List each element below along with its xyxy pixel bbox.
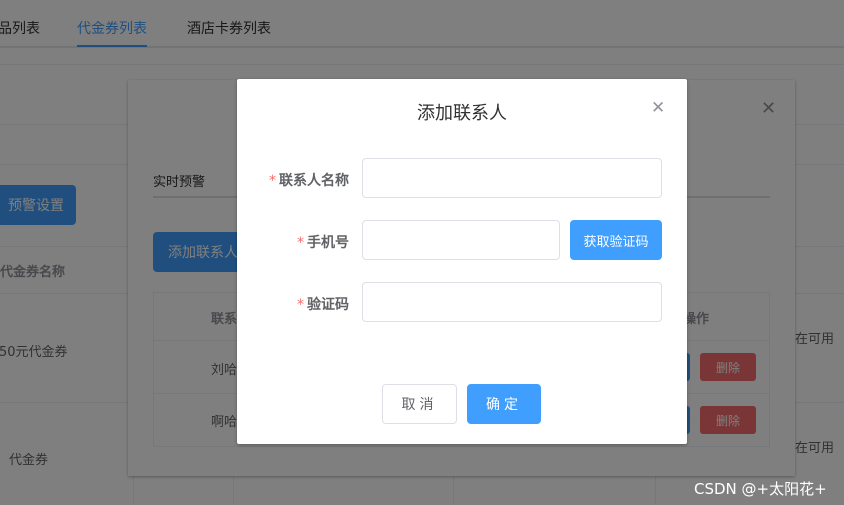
required-mark: * [297,235,304,251]
get-code-button[interactable]: 获取验证码 [570,220,662,260]
close-icon[interactable]: ✕ [651,98,665,118]
verification-code-label: * 验证码 [297,297,349,313]
add-contact-modal: 添加联系人 ✕ * 联系人名称 * 手机号 获取验证码 * 验证码 取消 确定 [237,79,687,444]
cancel-button[interactable]: 取消 [382,384,457,424]
confirm-button[interactable]: 确定 [467,384,541,424]
required-mark: * [297,297,304,313]
phone-input[interactable] [362,220,560,260]
contact-name-input[interactable] [362,158,662,198]
modal-title: 添加联系人 [417,103,507,124]
watermark: CSDN @+太阳花+ [694,480,827,498]
required-mark: * [269,173,276,189]
verification-code-input[interactable] [362,282,662,322]
phone-label: * 手机号 [297,235,349,251]
contact-name-label: * 联系人名称 [269,173,349,189]
